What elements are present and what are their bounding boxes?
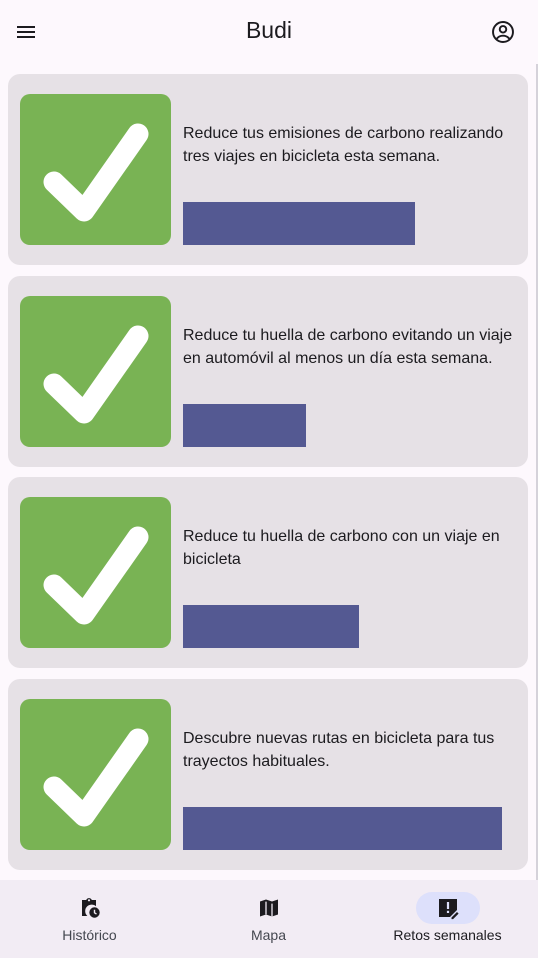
challenge-description: Reduce tu huella de carbono evitando un … (183, 327, 513, 367)
completed-check-icon (20, 497, 171, 648)
challenge-description: Reduce tu huella de carbono con un viaje… (183, 528, 500, 568)
bottom-navigation: Histórico Mapa Retos semanales (0, 880, 538, 958)
challenge-progress-bar (183, 404, 306, 447)
challenge-progress-bar (183, 202, 415, 245)
challenge-progress-bar (183, 807, 502, 850)
app-title: Budi (245, 17, 293, 43)
challenge-card[interactable]: Descubre nuevas rutas en bicicleta para … (8, 679, 528, 870)
nav-item-historico[interactable]: Histórico (0, 880, 179, 958)
top-app-bar: Budi (0, 0, 538, 64)
challenge-card[interactable]: Reduce tu huella de carbono evitando un … (8, 276, 528, 467)
challenge-card[interactable]: Reduce tus emisiones de carbono realizan… (8, 74, 528, 265)
completed-check-icon (20, 699, 171, 850)
nav-label: Mapa (250, 927, 287, 943)
challenge-description: Reduce tus emisiones de carbono realizan… (183, 125, 504, 165)
nav-item-mapa[interactable]: Mapa (179, 880, 358, 958)
challenge-card[interactable]: Reduce tu huella de carbono con un viaje… (8, 477, 528, 668)
challenge-description: Descubre nuevas rutas en bicicleta para … (183, 730, 495, 770)
completed-check-icon (20, 94, 171, 245)
challenge-progress-bar (183, 605, 359, 648)
weekly-challenge-icon (436, 896, 460, 920)
nav-item-retos-semanales[interactable]: Retos semanales (358, 880, 537, 958)
challenge-list[interactable]: Reduce tus emisiones de carbono realizan… (0, 64, 538, 880)
nav-label: Histórico (62, 927, 117, 943)
completed-check-icon (20, 296, 171, 447)
map-icon (257, 896, 281, 920)
history-clipboard-icon (78, 896, 102, 920)
nav-label: Retos semanales (393, 927, 502, 943)
account-icon[interactable] (490, 19, 516, 45)
